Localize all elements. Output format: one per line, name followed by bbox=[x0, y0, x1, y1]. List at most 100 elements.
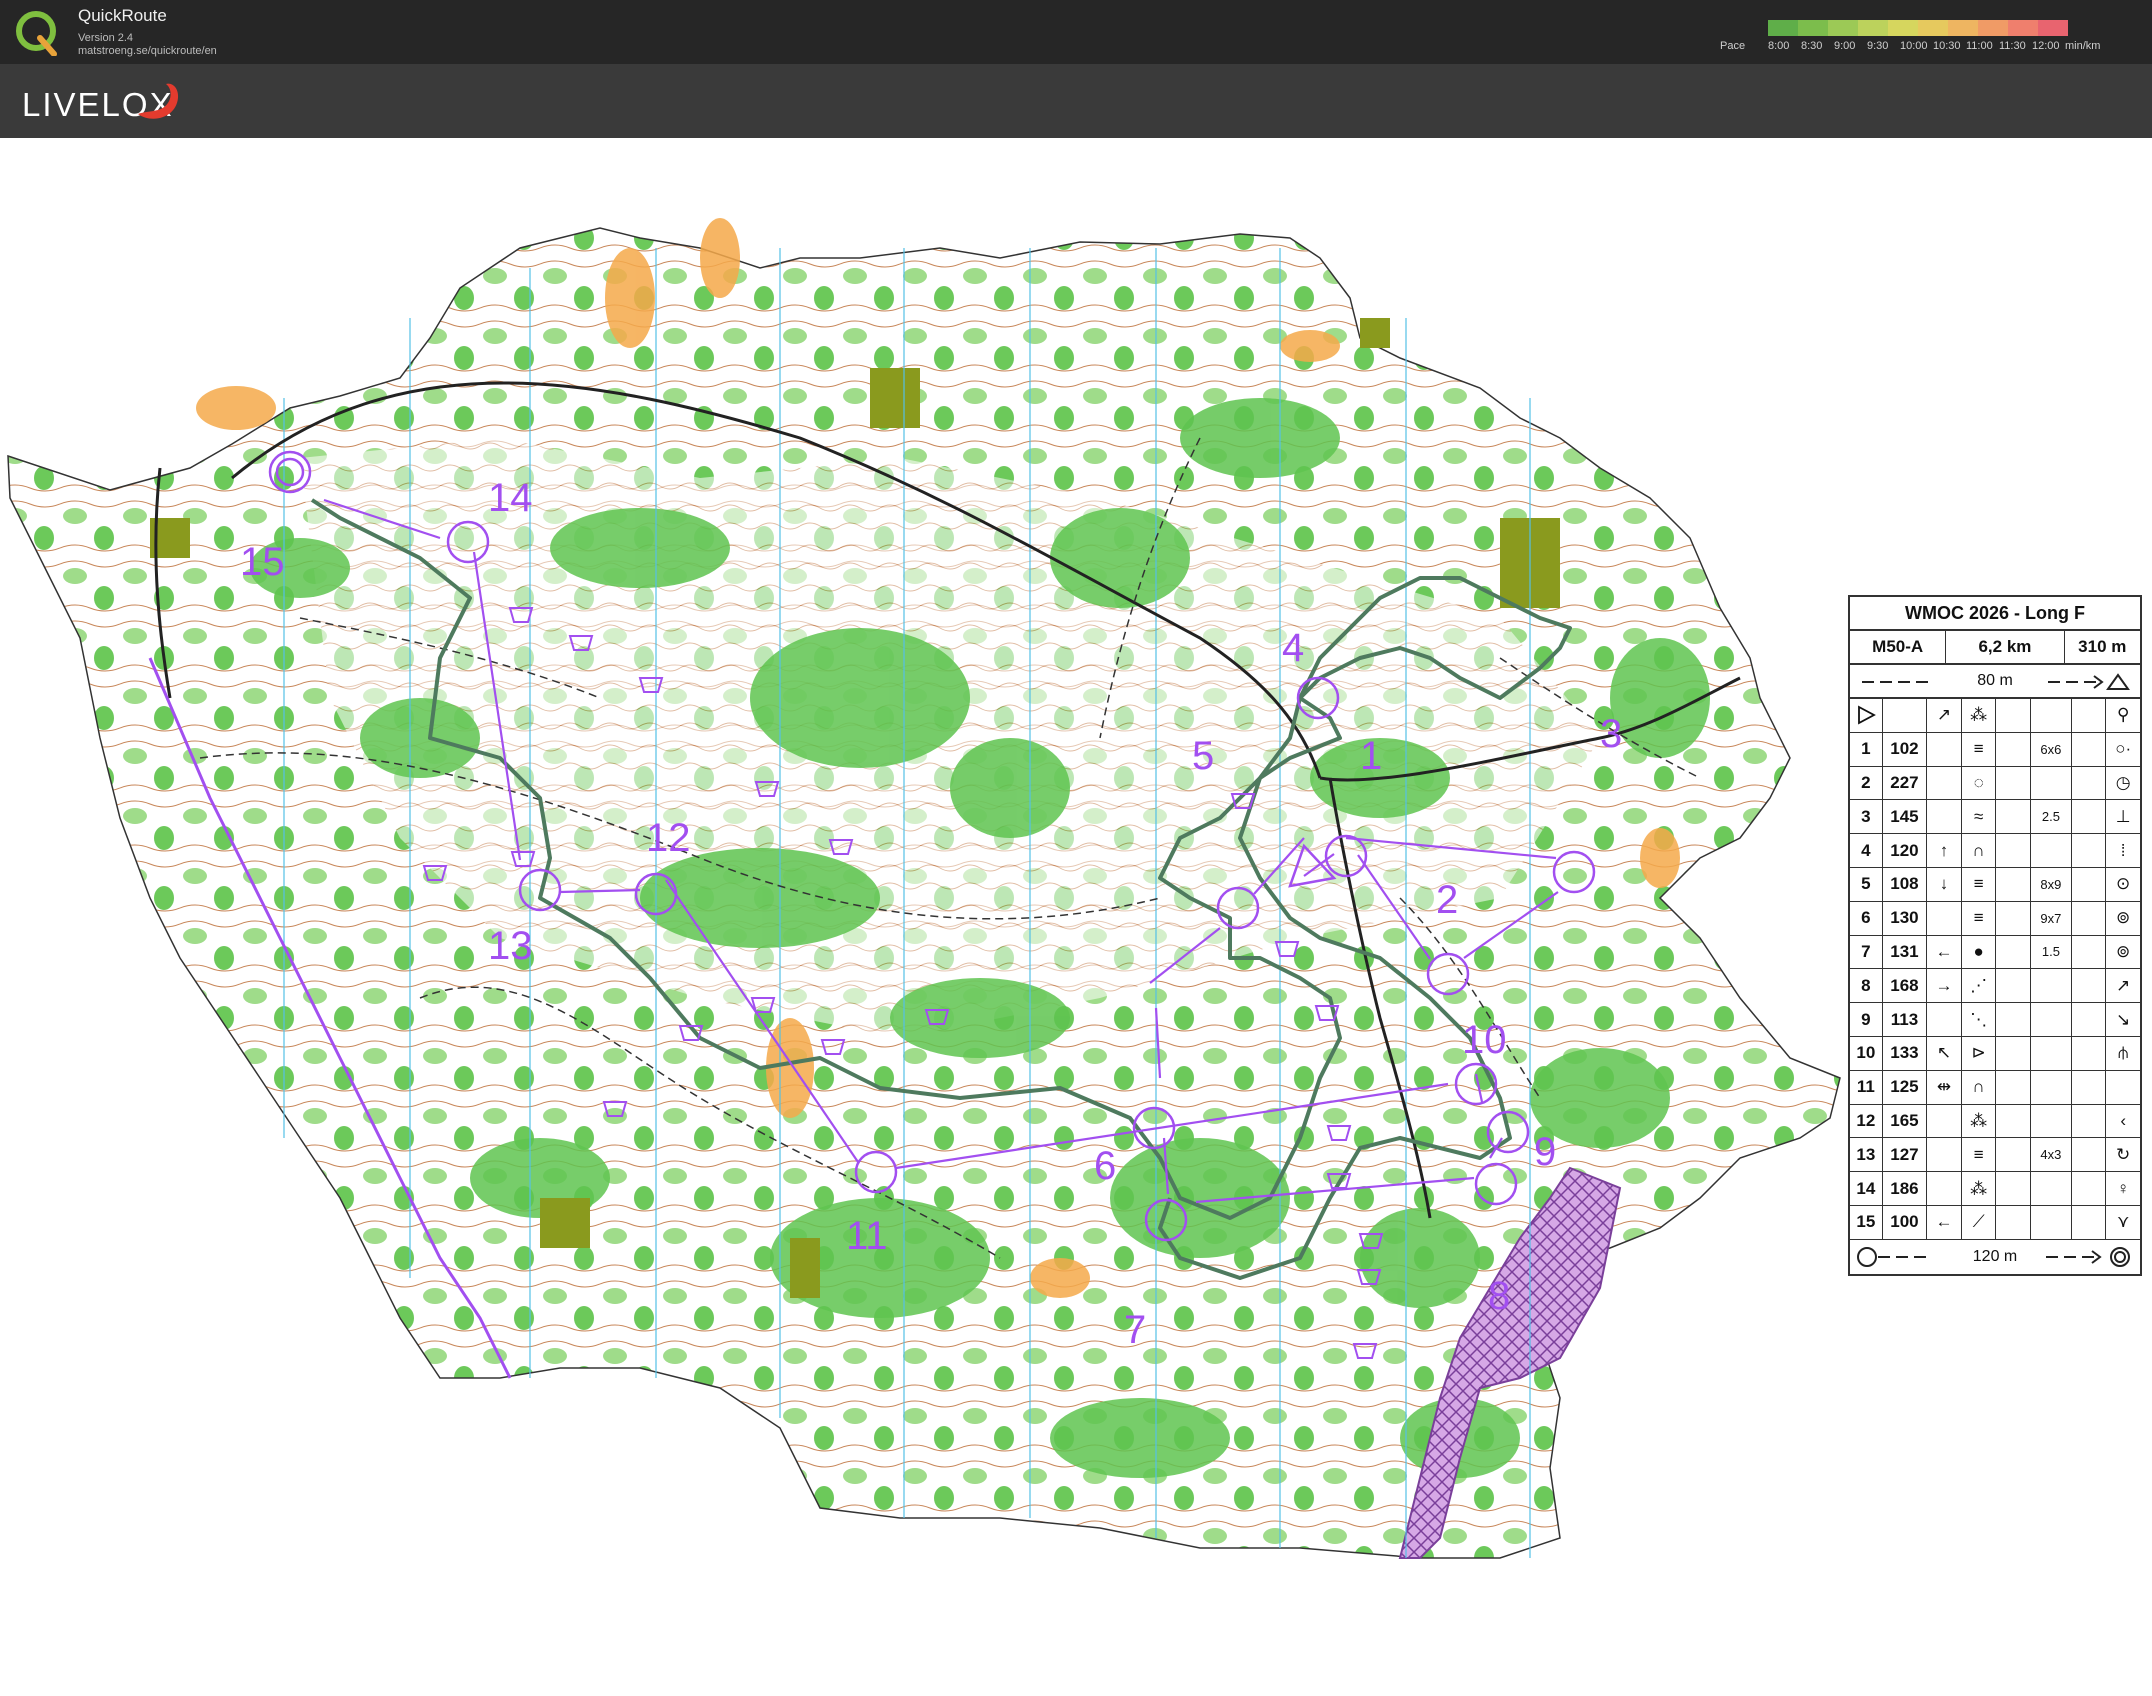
app-url[interactable]: matstroeng.se/quickroute/en bbox=[78, 45, 217, 58]
control-code: 186 bbox=[1883, 1172, 1928, 1205]
control-code: 131 bbox=[1883, 935, 1928, 969]
control-code: 168 bbox=[1883, 969, 1928, 1003]
control-rows: 1 102 ≡ 6x6 ○· 2 227 ◌ ◷ 3 145 ≈2.5 ⊥ 4 120 ↑ ∩ ⁞ 5 108 ↓ ≡ 8x… bbox=[1850, 732, 2140, 1240]
location-icon: ○· bbox=[2115, 739, 2132, 759]
dimension-cell bbox=[2031, 834, 2072, 867]
control-label-1: 1 bbox=[1360, 734, 1383, 778]
location-icon: ⊥ bbox=[2115, 806, 2131, 826]
app-version-info: Version 2.4 matstroeng.se/quickroute/en bbox=[78, 32, 217, 58]
location-icon bbox=[2106, 1071, 2140, 1104]
control-label-9: 9 bbox=[1534, 1130, 1557, 1174]
direction-icon bbox=[1927, 1138, 1962, 1172]
location-icon: ⋎ bbox=[2116, 1212, 2130, 1232]
combination-cell bbox=[2072, 1205, 2107, 1239]
location-icon: ⊚ bbox=[2116, 908, 2131, 928]
finish-row: 120 m bbox=[1850, 1240, 2140, 1274]
control-row: 9 113 ⋱ ↘ bbox=[1850, 1003, 2140, 1037]
feature-icon: ∩ bbox=[1962, 1070, 1997, 1104]
direction-icon: ← bbox=[1927, 1205, 1962, 1239]
pace-tick: 10:30 bbox=[1933, 40, 1961, 52]
pace-color-segment bbox=[1768, 20, 1798, 36]
combination-cell bbox=[2072, 834, 2107, 867]
event-title: WMOC 2026 - Long F bbox=[1850, 597, 2140, 631]
pace-label: Pace bbox=[1720, 40, 1746, 52]
start-distance-row: 80 m bbox=[1850, 665, 2140, 699]
control-row: 7 131 ← ● 1.5 ⊚ bbox=[1850, 935, 2140, 970]
dimension-cell: 8x9 bbox=[2031, 867, 2072, 901]
control-code: 102 bbox=[1883, 732, 1928, 766]
control-code: 127 bbox=[1883, 1138, 1928, 1172]
combination-cell bbox=[2072, 1104, 2107, 1138]
orienteering-map[interactable]: 1 2 3 4 5 6 7 8 9 10 11 12 13 14 15 WMOC 2026 - Long F… bbox=[0, 138, 2152, 1696]
feature-icon: ≡ bbox=[1962, 1138, 1997, 1172]
location-icon: ↗ bbox=[2116, 975, 2131, 995]
pace-tick: 12:00 bbox=[2032, 40, 2060, 52]
appearance-cell bbox=[1996, 800, 2032, 834]
start-tape-icon bbox=[1862, 673, 2130, 690]
appearance-cell bbox=[1996, 901, 2032, 935]
control-code: 133 bbox=[1883, 1036, 1928, 1070]
livelox-header: LIVELOX bbox=[0, 64, 2152, 138]
map-canvas[interactable] bbox=[0, 138, 2152, 1696]
feature-icon: ⁂ bbox=[1962, 1172, 1997, 1205]
magnifier-icon: ⚲ bbox=[2116, 705, 2130, 725]
control-description-sheet[interactable]: WMOC 2026 - Long F M50-A 6,2 km 310 m 80… bbox=[1848, 595, 2142, 1276]
control-row: 8 168 → ⋰ ↗ bbox=[1850, 969, 2140, 1004]
combination-cell bbox=[2072, 1003, 2107, 1036]
control-number: 12 bbox=[1850, 1104, 1883, 1138]
finish-tape-icon bbox=[1857, 1246, 2130, 1267]
control-row: 4 120 ↑ ∩ ⁞ bbox=[1850, 834, 2140, 868]
combination-cell bbox=[2072, 1070, 2107, 1104]
pace-unit: min/km bbox=[2065, 40, 2101, 52]
control-code: 120 bbox=[1883, 834, 1928, 867]
control-row: 3 145 ≈2.5 ⊥ bbox=[1850, 800, 2140, 835]
pace-color-bar bbox=[1768, 20, 2068, 36]
pace-tick: 8:30 bbox=[1801, 40, 1823, 52]
control-number: 9 bbox=[1850, 1003, 1883, 1036]
direction-icon bbox=[1927, 800, 1962, 834]
dimension-cell bbox=[2031, 1205, 2072, 1239]
appearance-cell bbox=[1996, 1036, 2032, 1070]
control-label-13: 13 bbox=[488, 924, 533, 968]
dimension-cell bbox=[2031, 766, 2072, 800]
control-label-14: 14 bbox=[488, 476, 533, 520]
feature-icon: ⊳ bbox=[1962, 1036, 1997, 1070]
control-label-11: 11 bbox=[846, 1214, 888, 1258]
dimension-cell: 9x7 bbox=[2031, 901, 2072, 935]
control-label-5: 5 bbox=[1192, 734, 1215, 778]
control-code: 125 bbox=[1883, 1070, 1928, 1104]
control-label-6: 6 bbox=[1094, 1144, 1117, 1188]
combination-cell bbox=[2072, 732, 2107, 766]
pace-color-segment bbox=[2008, 20, 2038, 36]
combination-cell bbox=[2072, 969, 2107, 1003]
control-row: 11 125 ⇹ ∩ bbox=[1850, 1070, 2140, 1105]
feature-icon: ◌ bbox=[1962, 766, 1997, 800]
feature-icon: ≡ bbox=[1962, 867, 1997, 901]
pace-color-segment bbox=[1978, 20, 2008, 36]
control-number: 15 bbox=[1850, 1205, 1883, 1239]
combination-cell bbox=[2072, 1138, 2107, 1172]
pace-color-segment bbox=[1858, 20, 1888, 36]
control-number: 2 bbox=[1850, 766, 1883, 800]
pace-tick: 9:00 bbox=[1834, 40, 1856, 52]
dimension-cell bbox=[2031, 1003, 2072, 1036]
pace-color-segment bbox=[2038, 20, 2068, 36]
direction-icon bbox=[1927, 1104, 1962, 1138]
pace-tick: 10:00 bbox=[1900, 40, 1928, 52]
location-icon: ◷ bbox=[2115, 772, 2131, 792]
location-icon: ↻ bbox=[2116, 1144, 2131, 1164]
course-class: M50-A bbox=[1850, 631, 1947, 663]
appearance-cell bbox=[1996, 834, 2032, 867]
pace-color-segment bbox=[1798, 20, 1828, 36]
combination-cell bbox=[2072, 800, 2107, 834]
pace-tick: 8:00 bbox=[1768, 40, 1790, 52]
appearance-cell bbox=[1996, 1172, 2032, 1205]
feature-icon: ● bbox=[1962, 935, 1997, 969]
control-label-4: 4 bbox=[1282, 626, 1305, 670]
pace-color-segment bbox=[1918, 20, 1948, 36]
appearance-cell bbox=[1996, 1138, 2032, 1172]
appearance-cell bbox=[1996, 1070, 2032, 1104]
control-label-8: 8 bbox=[1488, 1274, 1511, 1318]
combination-cell bbox=[2072, 766, 2107, 800]
control-row: 6 130 ≡ 9x7 ⊚ bbox=[1850, 901, 2140, 936]
